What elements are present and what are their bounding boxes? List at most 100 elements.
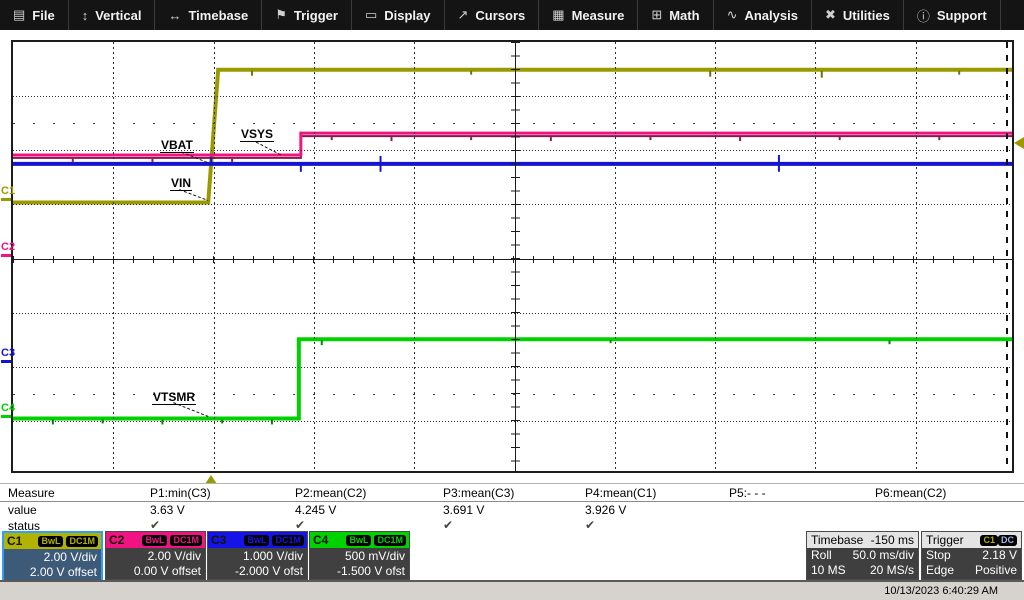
trigger-type: Edge <box>926 563 954 578</box>
menu-item-trigger[interactable]: ⚑Trigger <box>262 0 352 30</box>
bwl-badge: BwL <box>38 536 63 547</box>
channel-descriptor-c2[interactable]: C2 BwL DC1M 2.00 V/div 0.00 V offset <box>105 531 206 580</box>
trigger-coupling-badge: DC <box>998 535 1017 546</box>
measure-p1-header[interactable]: P1:min(C3) <box>150 486 211 500</box>
measure-icon: ▦ <box>552 7 564 23</box>
measure-p3-value: 3.691 V <box>443 503 484 517</box>
display-icon: ▭ <box>365 7 377 23</box>
channel-offset: 0.00 V offset <box>106 564 201 579</box>
measure-p2-value: 4.245 V <box>295 503 336 517</box>
vertical-icon: ↕ <box>82 8 89 23</box>
menu-item-timebase[interactable]: ↔Timebase <box>155 0 262 30</box>
channel-scale: 2.00 V/div <box>106 549 201 564</box>
measure-p2-header[interactable]: P2:mean(C2) <box>295 486 366 500</box>
datetime-text: 10/13/2023 6:40:29 AM <box>884 585 998 597</box>
timebase-samplerate: 20 MS/s <box>870 563 914 578</box>
timebase-descriptor-box[interactable]: Timebase -150 ms Roll 50.0 ms/div 10 MS … <box>806 531 919 580</box>
analysis-icon: ∿ <box>727 7 738 23</box>
trigger-title: Trigger <box>926 533 964 547</box>
measure-table: Measure value status P1:min(C3)3.63 V✔P2… <box>0 483 1024 531</box>
zero-level-tick <box>1 198 11 201</box>
signal-label-vtsmr: VTSMR <box>152 391 196 405</box>
plot-grid[interactable]: VBAT VSYS VIN VTSMR <box>11 40 1014 473</box>
channel-descriptor-c3[interactable]: C3 BwL DC1M 1.000 V/div -2.000 V ofst <box>207 531 308 580</box>
trigger-level: 2.18 V <box>982 548 1017 563</box>
signal-label-vsys: VSYS <box>240 128 274 142</box>
trigger-mode: Stop <box>926 548 951 563</box>
channel-id: C3 <box>211 533 226 547</box>
measure-p1-value: 3.63 V <box>150 503 185 517</box>
bwl-badge: BwL <box>142 535 167 546</box>
gridline <box>13 256 1012 263</box>
coupling-badge: DC1M <box>374 535 406 546</box>
cursors-icon: ↗ <box>458 7 469 23</box>
measure-p4-value: 3.926 V <box>585 503 626 517</box>
zero-level-tick <box>1 254 11 257</box>
channel-marker-c4[interactable]: C4 <box>1 402 23 418</box>
channel-marker-c1[interactable]: C1 <box>1 185 23 201</box>
channel-id: C4 <box>313 533 328 547</box>
channel-offset: -2.000 V ofst <box>208 564 303 579</box>
signal-label-vin: VIN <box>170 177 192 191</box>
measure-p3-status: ✔ <box>443 518 453 532</box>
timebase-scale: 50.0 ms/div <box>853 548 914 563</box>
menu-item-support[interactable]: ⓘSupport <box>904 0 1001 30</box>
measure-p4-header[interactable]: P4:mean(C1) <box>585 486 656 500</box>
callout-leader <box>256 142 281 155</box>
timebase-samples: 10 MS <box>811 563 846 578</box>
measure-p1-status: ✔ <box>150 518 160 532</box>
trigger-descriptor-box[interactable]: Trigger C1 DC Stop 2.18 V Edge Positive <box>921 531 1022 580</box>
coupling-badge: DC1M <box>272 535 304 546</box>
menu-item-measure[interactable]: ▦Measure <box>539 0 638 30</box>
coupling-badge: DC1M <box>66 536 98 547</box>
math-icon: ⊞ <box>651 7 662 23</box>
measure-p6-header[interactable]: P6:mean(C2) <box>875 486 946 500</box>
channel-scale: 2.00 V/div <box>4 550 97 565</box>
utilities-icon: ✖ <box>825 7 836 23</box>
channel-scale: 500 mV/div <box>310 549 405 564</box>
channel-id: C2 <box>109 533 124 547</box>
measure-header-divider <box>0 501 1024 502</box>
measure-p2-status: ✔ <box>295 518 305 532</box>
menu-bar: ▤File↕Vertical↔Timebase⚑Trigger▭Display↗… <box>0 0 1024 30</box>
measure-p4-status: ✔ <box>585 518 595 532</box>
menu-item-display[interactable]: ▭Display <box>352 0 445 30</box>
waveform-area: VBAT VSYS VIN VTSMR C1 C2 C3 C4 <box>0 30 1024 483</box>
zero-level-tick <box>1 360 11 363</box>
support-icon: ⓘ <box>917 6 930 25</box>
menu-item-math[interactable]: ⊞Math <box>638 0 713 30</box>
channel-scale: 1.000 V/div <box>208 549 303 564</box>
value-row-label: value <box>8 503 37 517</box>
channel-descriptor-c4[interactable]: C4 BwL DC1M 500 mV/div -1.500 V ofst <box>309 531 410 580</box>
menu-item-file[interactable]: ▤File <box>0 0 69 30</box>
signal-label-vbat: VBAT <box>160 139 194 153</box>
coupling-badge: DC1M <box>170 535 202 546</box>
bwl-badge: BwL <box>244 535 269 546</box>
channel-marker-c2[interactable]: C2 <box>1 241 23 257</box>
oscilloscope-screen: ▤File↕Vertical↔Timebase⚑Trigger▭Display↗… <box>0 0 1024 600</box>
callout-leader <box>179 190 208 201</box>
trigger-icon: ⚑ <box>275 7 287 23</box>
measure-row-label: Measure <box>8 486 55 500</box>
timebase-title: Timebase <box>811 533 863 547</box>
descriptor-bar: Timebase -150 ms Roll 50.0 ms/div 10 MS … <box>0 531 1024 580</box>
channel-descriptor-c1[interactable]: C1 BwL DC1M 2.00 V/div 2.00 V offset <box>2 531 103 580</box>
menu-item-vertical[interactable]: ↕Vertical <box>69 0 156 30</box>
menu-item-utilities[interactable]: ✖Utilities <box>812 0 904 30</box>
channel-offset: -1.500 V ofst <box>310 564 405 579</box>
trigger-slope: Positive <box>975 563 1017 578</box>
timebase-icon: ↔ <box>168 8 181 23</box>
measure-p3-header[interactable]: P3:mean(C3) <box>443 486 514 500</box>
status-bar: 10/13/2023 6:40:29 AM <box>0 580 1024 600</box>
menu-item-cursors[interactable]: ↗Cursors <box>445 0 540 30</box>
channel-id: C1 <box>7 534 22 548</box>
timebase-position: -150 ms <box>871 533 914 547</box>
menu-item-analysis[interactable]: ∿Analysis <box>714 0 812 30</box>
gridline <box>1006 42 1008 471</box>
bwl-badge: BwL <box>346 535 371 546</box>
timebase-mode: Roll <box>811 548 832 563</box>
trigger-level-marker-icon[interactable] <box>1014 137 1024 149</box>
measure-p5-header[interactable]: P5:- - - <box>729 486 766 500</box>
channel-marker-c3[interactable]: C3 <box>1 347 23 363</box>
channel-offset: 2.00 V offset <box>4 565 97 580</box>
